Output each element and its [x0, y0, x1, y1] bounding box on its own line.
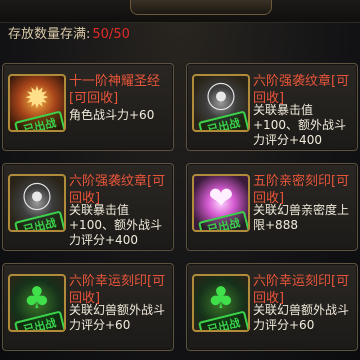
item-card[interactable]: ❤ 已出战 五阶亲密刻印[可回收] 关联幻兽亲密度上限+888 [186, 163, 358, 251]
inventory-panel: 存放数量存满: 50/50 ✹ 已出战 十一阶神耀圣经[可回收] 角色战斗力+60… [0, 0, 360, 360]
item-card[interactable]: ♣ 已出战 六阶幸运刻印[可回收] 关联幻兽额外战斗力评分+60 [2, 263, 174, 351]
item-card[interactable]: ⦿ 已出战 六阶强袭纹章[可回收] 关联暴击值+100、额外战斗力评分+400 [2, 163, 174, 251]
item-name: 六阶强袭纹章[可回收] [253, 74, 350, 106]
item-name: 六阶幸运刻印[可回收] [253, 274, 350, 306]
top-ornament [130, 0, 272, 15]
item-card[interactable]: ♣ 已出战 六阶幸运刻印[可回收] 关联幻兽额外战斗力评分+60 [186, 263, 358, 351]
item-description: 关联幻兽亲密度上限+888 [253, 203, 350, 232]
item-name: 五阶亲密刻印[可回收] [253, 174, 350, 206]
item-icon-slot[interactable]: ❤ 已出战 [192, 174, 250, 232]
item-icon-slot[interactable]: ✹ 已出战 [8, 74, 66, 132]
capacity-label: 存放数量存满: [8, 27, 91, 42]
item-icon-slot[interactable]: ⦿ 已出战 [192, 74, 250, 132]
capacity-status: 存放数量存满: 50/50 [8, 26, 130, 44]
top-frame [0, 0, 360, 23]
item-icon-slot[interactable]: ⦿ 已出战 [8, 174, 66, 232]
item-icon-slot[interactable]: ♣ 已出战 [192, 274, 250, 332]
item-description: 关联幻兽额外战斗力评分+60 [69, 303, 166, 332]
item-description: 关联暴击值+100、额外战斗力评分+400 [69, 203, 162, 247]
item-card[interactable]: ✹ 已出战 十一阶神耀圣经[可回收] 角色战斗力+60 [2, 63, 174, 151]
item-name: 六阶幸运刻印[可回收] [69, 274, 166, 306]
capacity-count: 50/50 [92, 27, 130, 42]
item-description: 角色战斗力+60 [69, 108, 155, 122]
item-name: 六阶强袭纹章[可回收] [69, 174, 166, 206]
item-description: 关联暴击值+100、额外战斗力评分+400 [253, 103, 346, 147]
item-name: 十一阶神耀圣经[可回收] [69, 74, 161, 106]
item-card[interactable]: ⦿ 已出战 六阶强袭纹章[可回收] 关联暴击值+100、额外战斗力评分+400 [186, 63, 358, 151]
item-description: 关联幻兽额外战斗力评分+60 [253, 303, 350, 332]
item-icon-slot[interactable]: ♣ 已出战 [8, 274, 66, 332]
